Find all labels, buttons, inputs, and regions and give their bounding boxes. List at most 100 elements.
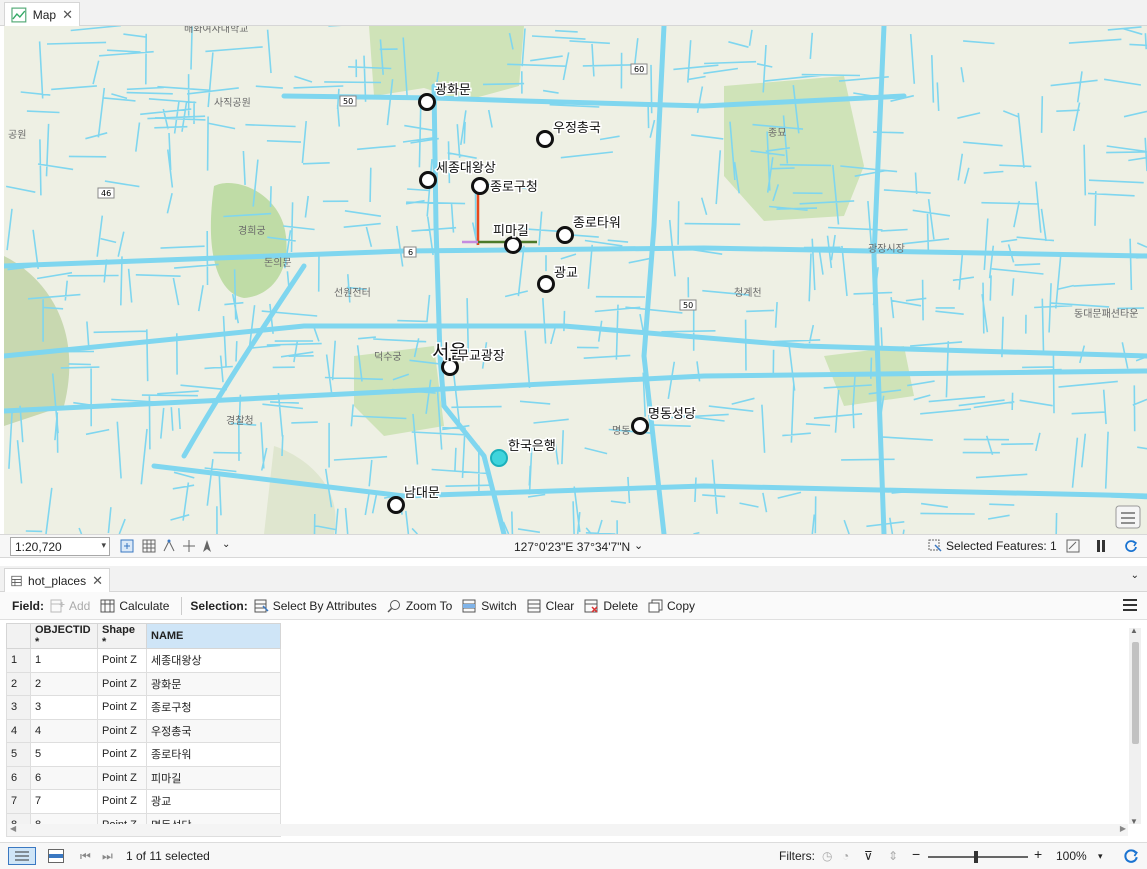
- map-view[interactable]: 배화여자대학교 사직공원 공원 경희궁 종묘 선원전터 덕수궁 경찰청 광장시장…: [4, 26, 1147, 534]
- scroll-left-icon[interactable]: ◀: [10, 824, 16, 833]
- calculate-field-button[interactable]: Calculate: [100, 599, 169, 613]
- table-row[interactable]: 1 1 Point Z 세종대왕상: [6, 648, 281, 673]
- show-all-records-icon[interactable]: [8, 847, 36, 865]
- clear-selection-button[interactable]: Clear: [527, 599, 574, 613]
- point-marker[interactable]: [537, 275, 555, 293]
- cell-name[interactable]: 광교: [146, 789, 281, 814]
- cell-name[interactable]: 우정총국: [146, 718, 281, 743]
- cell-shape[interactable]: Point Z: [97, 671, 147, 696]
- table-tab[interactable]: hot_places ✕: [4, 568, 110, 592]
- first-record-icon[interactable]: ⏮: [80, 849, 91, 864]
- snapping-icon[interactable]: [162, 539, 176, 553]
- zoom-to-button[interactable]: Zoom To: [387, 599, 452, 613]
- constraints-icon[interactable]: [182, 539, 196, 553]
- point-marker[interactable]: [631, 417, 649, 435]
- pause-icon[interactable]: [1094, 539, 1108, 553]
- point-marker[interactable]: [418, 93, 436, 111]
- point-marker[interactable]: [504, 236, 522, 254]
- table-row[interactable]: 6 6 Point Z 피마길: [6, 765, 281, 790]
- cell-objectid[interactable]: 7: [30, 789, 98, 814]
- row-number[interactable]: 7: [6, 789, 31, 814]
- scroll-up-icon[interactable]: ▲: [1130, 626, 1138, 635]
- map-canvas[interactable]: 배화여자대학교 사직공원 공원 경희궁 종묘 선원전터 덕수궁 경찰청 광장시장…: [4, 26, 1147, 534]
- cell-name[interactable]: 피마길: [146, 765, 281, 790]
- cell-shape[interactable]: Point Z: [97, 648, 147, 673]
- table-row[interactable]: 5 5 Point Z 종로타워: [6, 742, 281, 767]
- cell-objectid[interactable]: 4: [30, 718, 98, 743]
- menu-icon[interactable]: [1123, 599, 1137, 611]
- next-record-icon[interactable]: ⏭: [102, 849, 113, 864]
- row-number[interactable]: 4: [6, 718, 31, 743]
- column-header-shape[interactable]: Shape *: [97, 623, 147, 649]
- column-header-name[interactable]: NAME: [146, 623, 281, 649]
- point-marker[interactable]: [419, 171, 437, 189]
- cell-shape[interactable]: Point Z: [97, 695, 147, 720]
- cell-shape[interactable]: Point Z: [97, 742, 147, 767]
- delete-selected-button[interactable]: Delete: [584, 599, 638, 613]
- cell-shape[interactable]: Point Z: [97, 765, 147, 790]
- cell-shape[interactable]: Point Z: [97, 789, 147, 814]
- table-row[interactable]: 3 3 Point Z 종로구청: [6, 695, 281, 720]
- close-icon[interactable]: ✕: [92, 573, 103, 589]
- time-filter-icon[interactable]: ◷: [822, 849, 832, 863]
- chevron-down-icon[interactable]: ⌄: [222, 539, 230, 550]
- zoom-slider[interactable]: [928, 851, 1028, 863]
- filter-table-icon[interactable]: ⊽: [864, 849, 873, 863]
- map-tab[interactable]: Map ✕: [4, 2, 80, 26]
- cell-name[interactable]: 세종대왕상: [146, 648, 281, 673]
- refresh-icon[interactable]: [1123, 848, 1139, 864]
- selected-features-indicator[interactable]: Selected Features: 1: [928, 539, 1057, 553]
- select-by-attributes-button[interactable]: Select By Attributes: [254, 599, 377, 613]
- table-row[interactable]: 2 2 Point Z 광화문: [6, 671, 281, 696]
- range-filter-icon[interactable]: ◔: [842, 849, 849, 863]
- grid-icon[interactable]: [142, 539, 156, 553]
- scrollbar-thumb[interactable]: [1132, 642, 1139, 744]
- chevron-down-icon[interactable]: ⌄: [1131, 570, 1139, 581]
- highlight-filter-icon[interactable]: ⇕: [888, 849, 898, 863]
- point-marker[interactable]: [536, 130, 554, 148]
- north-arrow-icon[interactable]: [200, 539, 214, 553]
- fixed-scale-icon[interactable]: [120, 539, 134, 553]
- point-marker[interactable]: [387, 496, 405, 514]
- zoom-percent[interactable]: 100%: [1056, 849, 1087, 863]
- cell-objectid[interactable]: 3: [30, 695, 98, 720]
- zoom-out-button[interactable]: −: [912, 846, 920, 862]
- cell-name[interactable]: 광화문: [146, 671, 281, 696]
- column-header-objectid[interactable]: OBJECTID *: [30, 623, 98, 649]
- horizontal-scrollbar[interactable]: ◀ ▶: [8, 824, 1128, 836]
- scroll-right-icon[interactable]: ▶: [1120, 824, 1126, 833]
- cell-name[interactable]: 종로타워: [146, 742, 281, 767]
- add-field-button[interactable]: Add: [50, 599, 90, 613]
- scroll-down-icon[interactable]: ▼: [1130, 817, 1138, 826]
- scale-selector[interactable]: 1:20,720 ▾: [10, 537, 110, 556]
- selected-point-marker[interactable]: [490, 449, 508, 467]
- row-number[interactable]: 1: [6, 648, 31, 673]
- cell-objectid[interactable]: 1: [30, 648, 98, 673]
- cell-shape[interactable]: Point Z: [97, 718, 147, 743]
- chevron-down-icon[interactable]: ⌄: [634, 539, 643, 552]
- row-header-corner[interactable]: [6, 623, 31, 649]
- basemap-toggle-button[interactable]: [1115, 505, 1141, 529]
- refresh-extent-icon[interactable]: [1066, 539, 1080, 553]
- zoom-slider-knob[interactable]: [974, 851, 978, 863]
- cell-objectid[interactable]: 6: [30, 765, 98, 790]
- switch-selection-button[interactable]: Switch: [462, 599, 517, 613]
- chevron-down-icon[interactable]: ▾: [1098, 851, 1103, 862]
- cell-name[interactable]: 종로구청: [146, 695, 281, 720]
- row-number[interactable]: 2: [6, 671, 31, 696]
- close-icon[interactable]: ✕: [62, 7, 73, 23]
- row-number[interactable]: 5: [6, 742, 31, 767]
- copy-selected-button[interactable]: Copy: [648, 599, 695, 613]
- cell-objectid[interactable]: 2: [30, 671, 98, 696]
- zoom-in-button[interactable]: +: [1034, 846, 1042, 862]
- vertical-scrollbar[interactable]: ▲ ▼: [1129, 626, 1141, 826]
- table-row[interactable]: 4 4 Point Z 우정총국: [6, 718, 281, 743]
- table-row[interactable]: 7 7 Point Z 광교: [6, 789, 281, 814]
- show-selected-records-icon[interactable]: [48, 849, 64, 863]
- point-marker[interactable]: [556, 226, 574, 244]
- row-number[interactable]: 6: [6, 765, 31, 790]
- refresh-icon[interactable]: [1124, 539, 1138, 553]
- row-number[interactable]: 3: [6, 695, 31, 720]
- cell-objectid[interactable]: 5: [30, 742, 98, 767]
- point-marker[interactable]: [471, 177, 489, 195]
